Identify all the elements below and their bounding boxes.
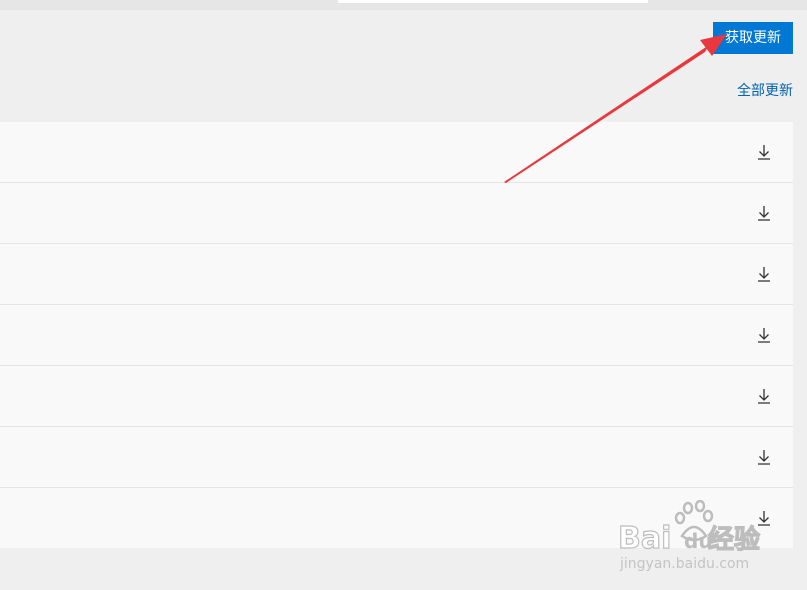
- list-item: [0, 244, 793, 305]
- search-box[interactable]: [337, 0, 649, 4]
- download-icon[interactable]: [757, 266, 771, 282]
- download-icon[interactable]: [757, 205, 771, 221]
- download-icon[interactable]: [757, 449, 771, 465]
- svg-text:jingyan.baidu.com: jingyan.baidu.com: [619, 556, 749, 572]
- get-updates-button[interactable]: 获取更新: [713, 22, 793, 54]
- list-item: [0, 305, 793, 366]
- list-item: [0, 488, 793, 549]
- download-icon[interactable]: [757, 388, 771, 404]
- download-icon[interactable]: [757, 144, 771, 160]
- list-item: [0, 366, 793, 427]
- update-all-link[interactable]: 全部更新: [737, 82, 793, 100]
- download-icon[interactable]: [757, 510, 771, 526]
- list-item: [0, 122, 793, 183]
- list-item: [0, 183, 793, 244]
- download-icon[interactable]: [757, 327, 771, 343]
- update-list: [0, 122, 793, 548]
- list-item: [0, 427, 793, 488]
